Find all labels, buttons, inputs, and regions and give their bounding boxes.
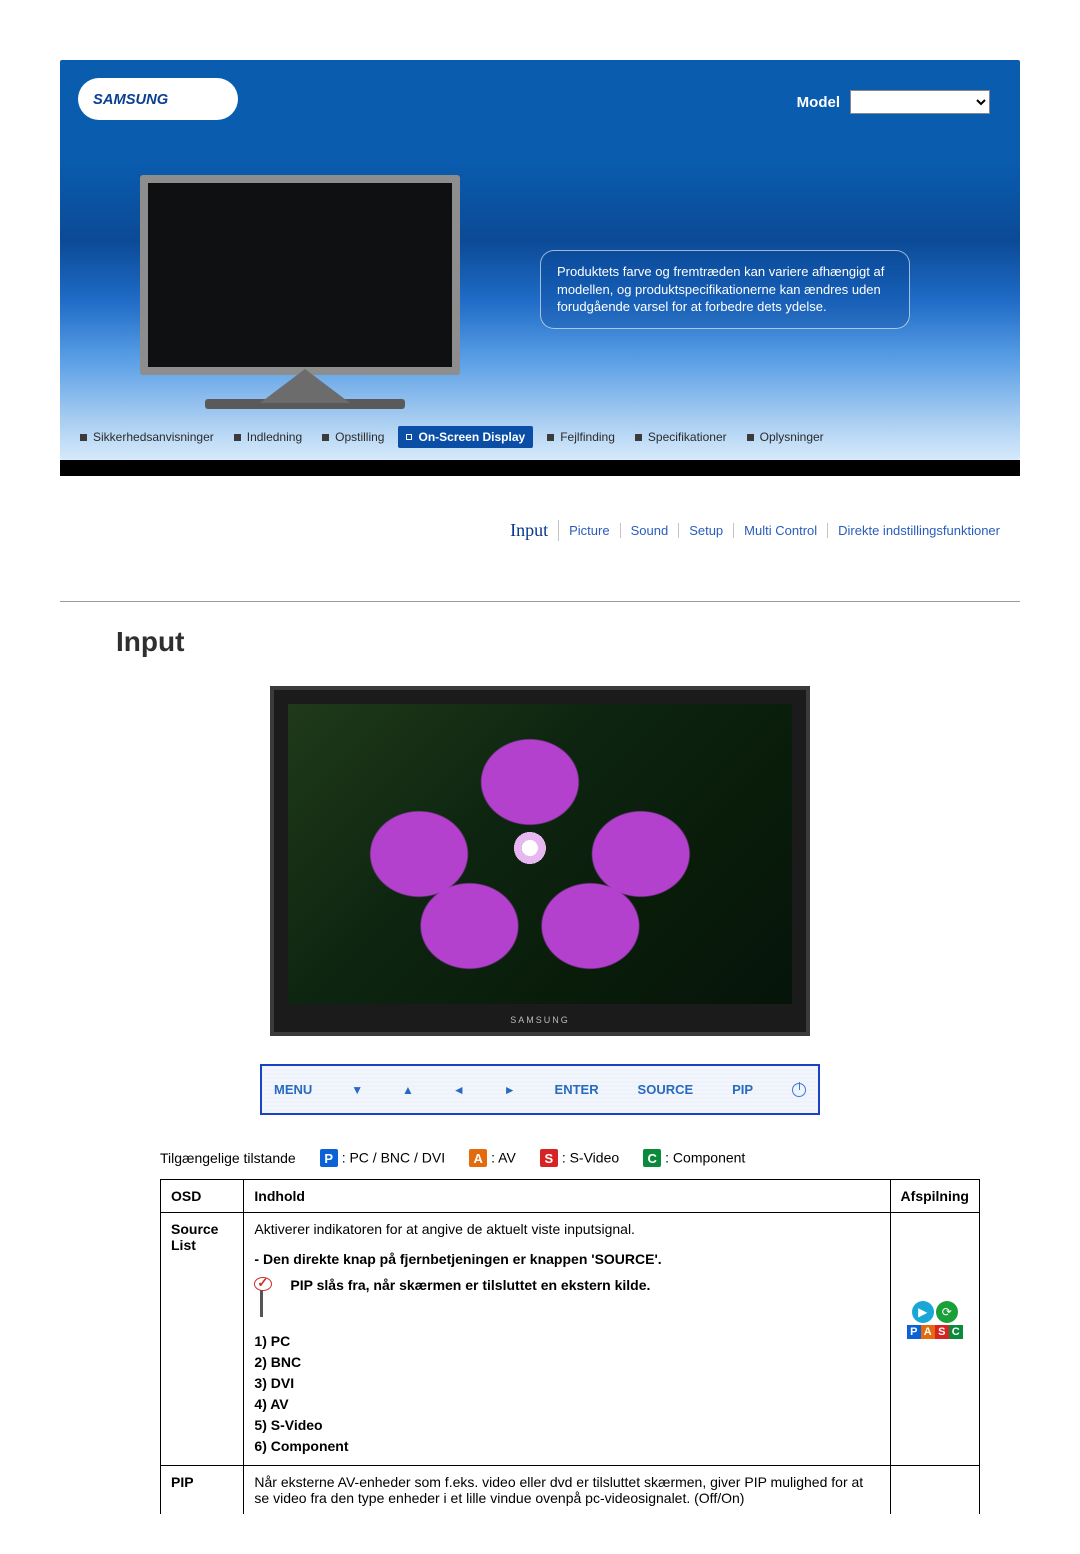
table-row: PIP Når eksterne AV-enheder som f.eks. v… xyxy=(161,1466,980,1515)
legend-intro: Tilgængelige tilstande xyxy=(160,1150,296,1166)
section-divider xyxy=(60,601,1020,602)
row1-note: - Den direkte knap på fjernbetjeningen e… xyxy=(254,1251,879,1267)
loop-icon-btn: ⟳ xyxy=(936,1301,958,1323)
legend-a: : AV xyxy=(491,1150,516,1166)
th-osd: OSD xyxy=(161,1180,244,1213)
tab-multi-control[interactable]: Multi Control xyxy=(734,523,828,538)
play-icon-btn: ▶ xyxy=(912,1301,934,1323)
source-button[interactable]: SOURCE xyxy=(638,1082,694,1097)
legend-s: : S-Video xyxy=(562,1150,619,1166)
row2-osd: PIP xyxy=(171,1474,194,1490)
osd-table: OSD Indhold Afspilning Source List Aktiv… xyxy=(160,1179,980,1514)
strip-c: C xyxy=(949,1325,963,1339)
strip-s: S xyxy=(935,1325,949,1339)
left-button[interactable]: ◄ xyxy=(453,1083,465,1097)
th-afspilning: Afspilning xyxy=(890,1180,979,1213)
flower-image xyxy=(288,704,792,1004)
nav-sikkerhed[interactable]: Sikkerhedsanvisninger xyxy=(74,428,220,446)
header-banner: SAMSUNG Model Produktets farve og fremtr… xyxy=(60,60,1020,460)
samsung-logo: SAMSUNG xyxy=(78,78,238,120)
down-button[interactable]: ▼ xyxy=(351,1083,363,1097)
th-indhold: Indhold xyxy=(244,1180,890,1213)
row2-desc: Når eksterne AV-enheder som f.eks. video… xyxy=(254,1474,879,1506)
table-row: Source List Aktiverer indikatoren for at… xyxy=(161,1213,980,1466)
model-select[interactable] xyxy=(850,90,990,114)
strip-p: P xyxy=(907,1325,921,1339)
tab-direkte[interactable]: Direkte indstillingsfunktioner xyxy=(828,523,1010,538)
tv-brand-label: SAMSUNG xyxy=(274,1015,806,1025)
legend-p: : PC / BNC / DVI xyxy=(342,1150,445,1166)
mode-legend: Tilgængelige tilstande P: PC / BNC / DVI… xyxy=(60,1149,1020,1167)
badge-c-icon: C xyxy=(643,1149,661,1167)
tab-input[interactable]: Input xyxy=(500,520,559,541)
nav-specifikationer[interactable]: Specifikationer xyxy=(629,428,733,446)
pip-button[interactable]: PIP xyxy=(732,1082,753,1097)
strip-a: A xyxy=(921,1325,935,1339)
legend-c: : Component xyxy=(665,1150,745,1166)
flag-icon xyxy=(254,1277,280,1317)
section-heading: Input xyxy=(116,626,1020,658)
playback-icon[interactable]: ▶ ⟳ P A S C xyxy=(901,1301,969,1339)
svg-text:SAMSUNG: SAMSUNG xyxy=(93,92,168,108)
tab-setup[interactable]: Setup xyxy=(679,523,734,538)
source-list: 1) PC 2) BNC 3) DVI 4) AV 5) S-Video 6) … xyxy=(254,1331,879,1457)
tv-illustration: SAMSUNG xyxy=(270,686,810,1036)
sub-tabs: Input Picture Sound Setup Multi Control … xyxy=(60,520,1020,541)
enter-button[interactable]: ENTER xyxy=(555,1082,599,1097)
row1-desc: Aktiverer indikatoren for at angive de a… xyxy=(254,1221,879,1237)
badge-s-icon: S xyxy=(540,1149,558,1167)
badge-p-icon: P xyxy=(320,1149,338,1167)
row1-pip-note: PIP slås fra, når skærmen er tilsluttet … xyxy=(290,1277,650,1293)
disclaimer-text: Produktets farve og fremtræden kan varie… xyxy=(540,250,910,329)
banner-divider xyxy=(60,460,1020,476)
model-label: Model xyxy=(797,94,840,111)
power-icon[interactable] xyxy=(792,1083,806,1097)
nav-osd[interactable]: On-Screen Display xyxy=(398,426,533,448)
remote-button-row: MENU ▼ ▲ ◄ ► ENTER SOURCE PIP xyxy=(260,1064,820,1115)
nav-indledning[interactable]: Indledning xyxy=(228,428,308,446)
primary-nav: Sikkerhedsanvisninger Indledning Opstill… xyxy=(60,426,1020,448)
nav-oplysninger[interactable]: Oplysninger xyxy=(741,428,830,446)
tab-sound[interactable]: Sound xyxy=(621,523,680,538)
badge-a-icon: A xyxy=(469,1149,487,1167)
nav-opstilling[interactable]: Opstilling xyxy=(316,428,390,446)
nav-fejlfinding[interactable]: Fejlfinding xyxy=(541,428,621,446)
product-image xyxy=(140,175,470,435)
right-button[interactable]: ► xyxy=(504,1083,516,1097)
menu-button[interactable]: MENU xyxy=(274,1082,312,1097)
up-button[interactable]: ▲ xyxy=(402,1083,414,1097)
row1-osd: Source List xyxy=(171,1221,218,1253)
tab-picture[interactable]: Picture xyxy=(559,523,620,538)
